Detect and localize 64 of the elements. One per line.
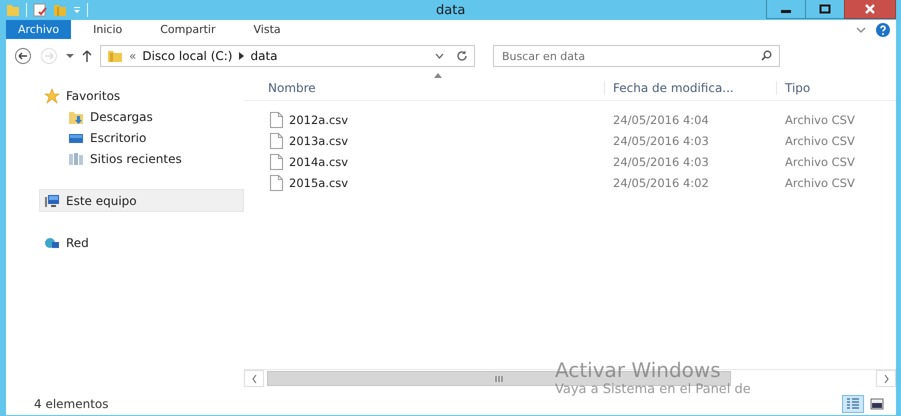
search-icon xyxy=(761,50,772,61)
nav-item[interactable]: Favoritos xyxy=(6,85,244,106)
chevron-down-icon[interactable] xyxy=(856,26,866,34)
activation-text: Vaya a Sistema en el Panel de xyxy=(555,382,751,397)
recent-locations-button[interactable] xyxy=(66,53,74,59)
type-cell-text: Archivo CSV xyxy=(784,176,856,190)
type-cell-text: Archivo CSV xyxy=(784,134,856,148)
sort-arrow-icon xyxy=(434,73,442,78)
recent-places-icon xyxy=(68,150,84,166)
nav-item[interactable]: Sitios recientes xyxy=(6,148,244,169)
file-icon xyxy=(270,112,283,128)
overflow-mark[interactable]: « xyxy=(129,49,136,63)
address-bar[interactable]: « Disco local (C:) data xyxy=(100,45,475,67)
ribbon-tab[interactable]: Inicio xyxy=(81,20,134,39)
ribbon-tab[interactable]: Vista xyxy=(242,20,293,39)
search-field[interactable]: Buscar en data xyxy=(493,45,780,67)
file-tab[interactable]: Archivo xyxy=(6,20,72,39)
date-cell-text: 24/05/2016 4:03 xyxy=(612,134,710,148)
file-icon xyxy=(270,174,283,190)
date-cell-text: 24/05/2016 4:04 xyxy=(612,112,710,126)
nav-item[interactable]: Escritorio xyxy=(6,127,244,148)
help-icon[interactable] xyxy=(876,22,890,36)
nav-item[interactable]: Descargas xyxy=(6,106,244,127)
type-cell-text: Archivo CSV xyxy=(784,112,856,126)
folder-icon xyxy=(107,49,123,63)
scroll-right-button[interactable] xyxy=(876,370,896,387)
scroll-left-button[interactable] xyxy=(244,370,264,387)
item-count: 4 elementos xyxy=(34,397,110,411)
date-cell-text: 24/05/2016 4:02 xyxy=(612,176,710,190)
window-title: data xyxy=(435,2,466,18)
file-icon xyxy=(270,154,283,170)
chevron-down-icon[interactable] xyxy=(435,52,444,60)
breadcrumb[interactable]: data xyxy=(250,49,278,63)
activation-title: Activar Windows xyxy=(555,358,722,382)
breadcrumb[interactable]: Disco local (C:) xyxy=(142,49,232,63)
chevron-left-icon xyxy=(252,374,256,382)
file-item[interactable]: 2012a.csv xyxy=(244,112,604,128)
large-icons-view-icon xyxy=(870,398,884,410)
back-button[interactable] xyxy=(14,47,32,65)
maximize-icon xyxy=(819,4,831,14)
file-icon xyxy=(270,132,283,148)
computer-icon xyxy=(44,192,60,208)
close-button[interactable] xyxy=(844,0,896,19)
file-item[interactable]: 2015a.csv xyxy=(244,174,604,190)
close-icon xyxy=(864,4,876,14)
refresh-icon[interactable] xyxy=(456,50,468,62)
minimize-button[interactable] xyxy=(766,0,806,19)
column-header[interactable]: Nombre xyxy=(244,81,604,95)
date-cell-text: 24/05/2016 4:03 xyxy=(612,154,710,168)
nav-item[interactable]: Este equipo xyxy=(39,189,244,212)
type-cell-text: Archivo CSV xyxy=(784,154,856,168)
up-button[interactable] xyxy=(82,50,92,62)
file-item[interactable]: 2013a.csv xyxy=(244,132,604,148)
column-header[interactable]: Fecha de modifica... xyxy=(604,81,776,95)
nav-item[interactable]: Red xyxy=(6,232,244,253)
chevron-right-icon[interactable] xyxy=(238,52,244,60)
chevron-right-icon xyxy=(884,374,888,382)
details-view-icon xyxy=(846,398,860,410)
properties-icon[interactable] xyxy=(33,3,47,17)
star-icon xyxy=(44,88,60,104)
grip-icon xyxy=(495,376,503,382)
column-header[interactable]: Tipo xyxy=(776,81,896,95)
ribbon-tab[interactable]: Compartir xyxy=(148,20,228,39)
file-item[interactable]: 2014a.csv xyxy=(244,154,604,170)
